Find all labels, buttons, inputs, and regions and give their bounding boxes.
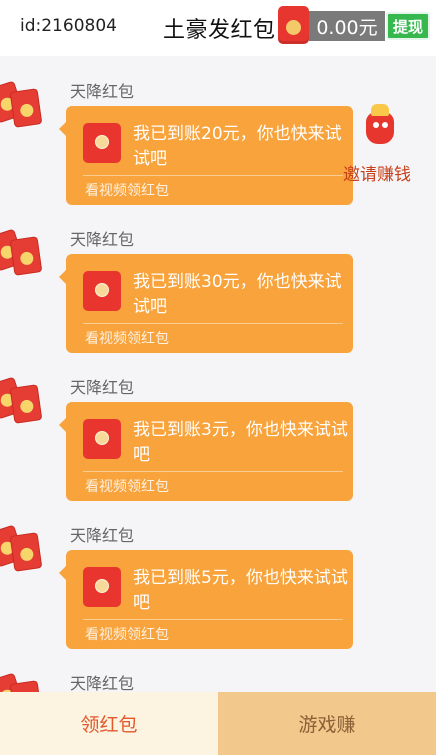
bubble-footer: 看视频领红包 [85, 479, 169, 495]
withdraw-button[interactable]: 提现 [386, 12, 430, 40]
sender-name: 天降红包 [70, 526, 135, 545]
red-packet-bubble[interactable]: 我已到账20元，你也快来试试吧 看视频领红包 [59, 106, 353, 205]
sender-name: 天降红包 [70, 230, 135, 249]
sender-name: 天降红包 [70, 82, 135, 101]
divider [83, 471, 343, 472]
bubble-footer: 看视频领红包 [85, 183, 169, 199]
bubble-text: 我已到账3元，你也快来试试吧 [133, 420, 348, 465]
divider [83, 323, 343, 324]
red-packet-bubble[interactable]: 我已到账3元，你也快来试试吧 看视频领红包 [59, 402, 353, 501]
red-packet-avatar-icon [0, 228, 50, 280]
red-packet-avatar-icon [0, 80, 50, 132]
divider [83, 175, 343, 176]
red-packet-bubble[interactable]: 我已到账5元，你也快来试试吧 看视频领红包 [59, 550, 353, 649]
bubble-text: 我已到账20元，你也快来试试吧 [133, 124, 342, 169]
red-packet-bubble[interactable]: 我已到账30元，你也快来试试吧 看视频领红包 [59, 254, 353, 353]
sender-name: 天降红包 [70, 674, 135, 693]
user-id: id:2160804 [20, 16, 117, 36]
balance-display: 0.00元 [309, 11, 385, 41]
red-packet-icon [83, 123, 121, 163]
bubble-footer: 看视频领红包 [85, 331, 169, 347]
red-packet-avatar-icon [0, 524, 50, 576]
sender-name: 天降红包 [70, 378, 135, 397]
red-packet-avatar-icon [0, 376, 50, 428]
divider [83, 619, 343, 620]
bubble-text: 我已到账5元，你也快来试试吧 [133, 568, 348, 613]
tab-game-earn[interactable]: 游戏赚 [218, 692, 436, 755]
top-bar: id:2160804 土豪发红包 0.00元 提现 [0, 0, 436, 56]
red-packet-icon [83, 567, 121, 607]
bubble-text: 我已到账30元，你也快来试试吧 [133, 272, 342, 317]
invite-label: 邀请赚钱 [343, 165, 411, 185]
red-packet-icon [83, 419, 121, 459]
bottom-tab-bar: 领红包 游戏赚 [0, 692, 436, 755]
red-packet-icon [83, 271, 121, 311]
red-packet-icon [278, 6, 309, 44]
tab-claim-red-packet[interactable]: 领红包 [0, 692, 218, 755]
red-packet-mascot-icon [363, 104, 397, 146]
page-title: 土豪发红包 [163, 18, 276, 43]
bubble-footer: 看视频领红包 [85, 627, 169, 643]
invite-earn-button[interactable]: 邀请赚钱 [343, 104, 419, 185]
